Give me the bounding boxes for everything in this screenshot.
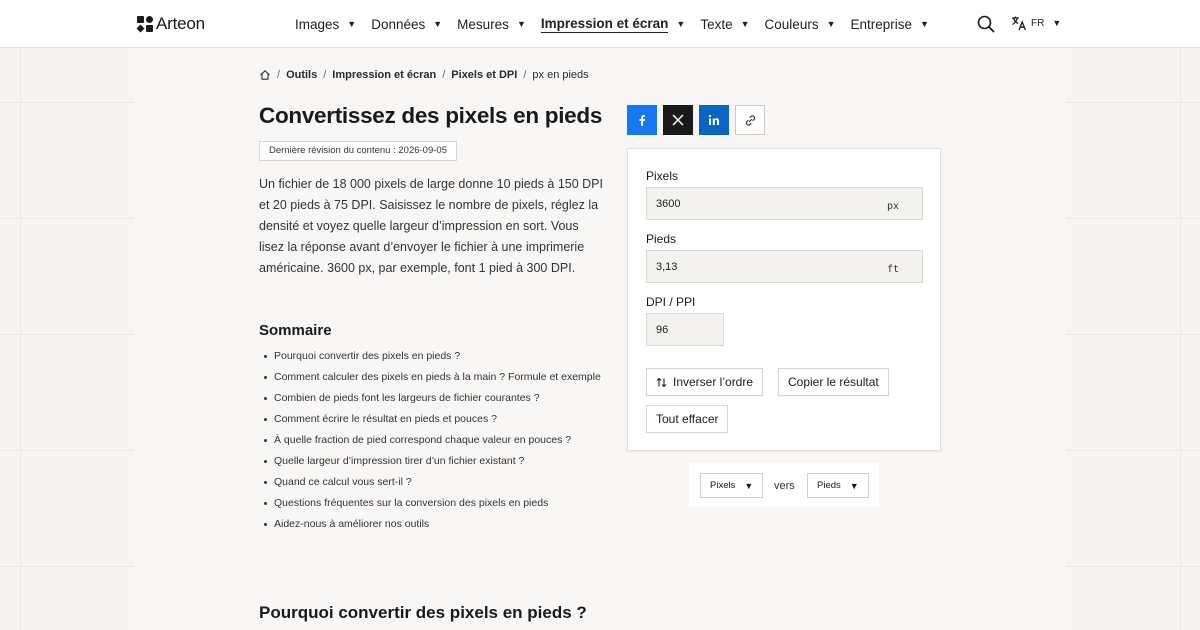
language-selector[interactable]: FR ▼ [1011,15,1061,31]
toc-item[interactable]: Combien de pieds font les largeurs de fi… [259,391,604,406]
menu-item-label: Mesures [457,16,509,32]
breadcrumb-separator: / [277,69,281,81]
breadcrumb-item-outils[interactable]: Outils [286,69,317,81]
clear-all-label: Tout effacer [656,412,719,426]
pixels-unit: px [886,201,899,212]
menu-item-mesures[interactable]: Mesures ▼ [457,17,526,32]
section-heading: Pourquoi convertir des pixels en pieds ? [259,603,587,622]
share-buttons [627,105,771,135]
from-unit-select[interactable]: Pixels ▼ [700,473,764,498]
summary-title: Sommaire [259,322,332,339]
caret-down-icon: ▼ [920,19,929,29]
menu-item-texte[interactable]: Texte ▼ [700,17,749,32]
unit-selector-bar: Pixels ▼ vers Pieds ▼ [689,463,879,507]
swap-order-label: Inverser l’ordre [673,375,754,389]
search-icon[interactable] [977,15,995,33]
breadcrumb-separator: / [523,69,527,81]
caret-down-icon: ▼ [744,480,754,491]
breadcrumb-item-pixels-dpi[interactable]: Pixels et DPI [451,69,517,81]
pixels-value: 3600 [656,198,681,210]
caret-down-icon: ▼ [433,19,443,29]
menu-item-entreprise[interactable]: Entreprise ▼ [851,17,929,32]
toc-item[interactable]: Pourquoi convertir des pixels en pieds ? [259,349,604,364]
to-unit-value: Pieds [817,480,841,491]
page-title: Convertissez des pixels en pieds [259,103,603,128]
breadcrumb: / Outils / Impression et écran / Pixels … [259,69,589,81]
breadcrumb-current: px en pieds [532,69,589,81]
logo-mark-icon [136,16,153,33]
clear-all-button[interactable]: Tout effacer [646,405,729,433]
copy-result-button[interactable]: Copier le résultat [778,368,889,396]
copy-result-label: Copier le résultat [788,375,879,389]
menu-item-label: Images [295,16,340,32]
breadcrumb-separator: / [442,69,446,81]
home-icon[interactable] [259,69,271,81]
caret-down-icon: ▼ [516,19,526,29]
feet-value: 3,13 [656,261,678,273]
swap-vertical-icon [656,377,667,387]
language-code: FR [1031,17,1045,29]
from-unit-value: Pixels [710,480,736,491]
menu-item-label: Impression et écran [540,15,669,33]
link-icon [745,114,755,126]
share-facebook-button[interactable] [627,105,657,135]
revision-badge: Dernière révision du contenu : 2026-09-0… [259,141,457,161]
toc-item[interactable]: À quelle fraction de pied correspond cha… [259,433,604,448]
toc-item[interactable]: Aidez-nous à améliorer nos outils [259,517,604,532]
dpi-value: 96 [656,324,669,336]
share-linkedin-button[interactable] [699,105,729,135]
caret-down-icon: ▼ [826,19,836,29]
breadcrumb-item-impression[interactable]: Impression et écran [332,69,436,81]
linkedin-icon [708,114,719,125]
table-of-contents: Pourquoi convertir des pixels en pieds ?… [259,349,604,538]
intro-paragraph: Un fichier de 18 000 pixels de large don… [259,177,603,275]
dpi-label: DPI / PPI [646,295,696,309]
feet-unit: ft [886,264,899,275]
converter-card: Pixels 3600 px Pieds 3,13 ft DPI / PPI 9… [627,148,941,451]
dpi-input[interactable]: 96 [646,313,724,346]
toc-item[interactable]: Comment calculer des pixels en pieds à l… [259,370,604,385]
facebook-icon [639,115,645,126]
toc-item[interactable]: Questions fréquentes sur la conversion d… [259,496,604,511]
menu-item-impression-et-ecran[interactable]: Impression et écran ▼ [540,15,686,33]
toc-item[interactable]: Comment écrire le résultat en pieds et p… [259,412,604,427]
share-x-button[interactable] [663,105,693,135]
pixels-input[interactable]: 3600 px [646,187,923,220]
toc-item[interactable]: Quand ce calcul vous sert-il ? [259,475,604,490]
caret-down-icon: ▼ [849,480,859,491]
brand-logo[interactable]: Arteon [136,14,205,34]
translate-icon [1012,16,1027,31]
menu-item-couleurs[interactable]: Couleurs ▼ [765,17,836,32]
menu-item-label: Entreprise [850,16,913,32]
menu-item-donnees[interactable]: Données ▼ [371,17,442,32]
menu-item-label: Données [371,16,426,32]
unit-connector: vers [774,480,795,492]
caret-down-icon: ▼ [676,19,686,29]
menu-item-images[interactable]: Images ▼ [295,17,356,32]
to-unit-select[interactable]: Pieds ▼ [807,473,869,498]
feet-label: Pieds [646,232,677,246]
top-navigation: Arteon Images ▼ Données ▼ Mesures ▼ Impr… [0,0,1200,48]
feet-input[interactable]: 3,13 ft [646,250,923,283]
swap-order-button[interactable]: Inverser l’ordre [646,368,764,396]
main-menu: Images ▼ Données ▼ Mesures ▼ Impression … [295,0,944,48]
caret-down-icon: ▼ [740,19,750,29]
x-icon [672,114,684,126]
copy-link-button[interactable] [735,105,765,135]
brand-name: Arteon [156,14,205,33]
menu-item-label: Texte [700,16,733,32]
menu-item-label: Couleurs [764,16,819,32]
breadcrumb-separator: / [323,69,327,81]
caret-down-icon: ▼ [1052,18,1062,28]
toc-item[interactable]: Quelle largeur d’impression tirer d’un f… [259,454,604,469]
caret-down-icon: ▼ [347,19,357,29]
pixels-label: Pixels [646,169,679,183]
